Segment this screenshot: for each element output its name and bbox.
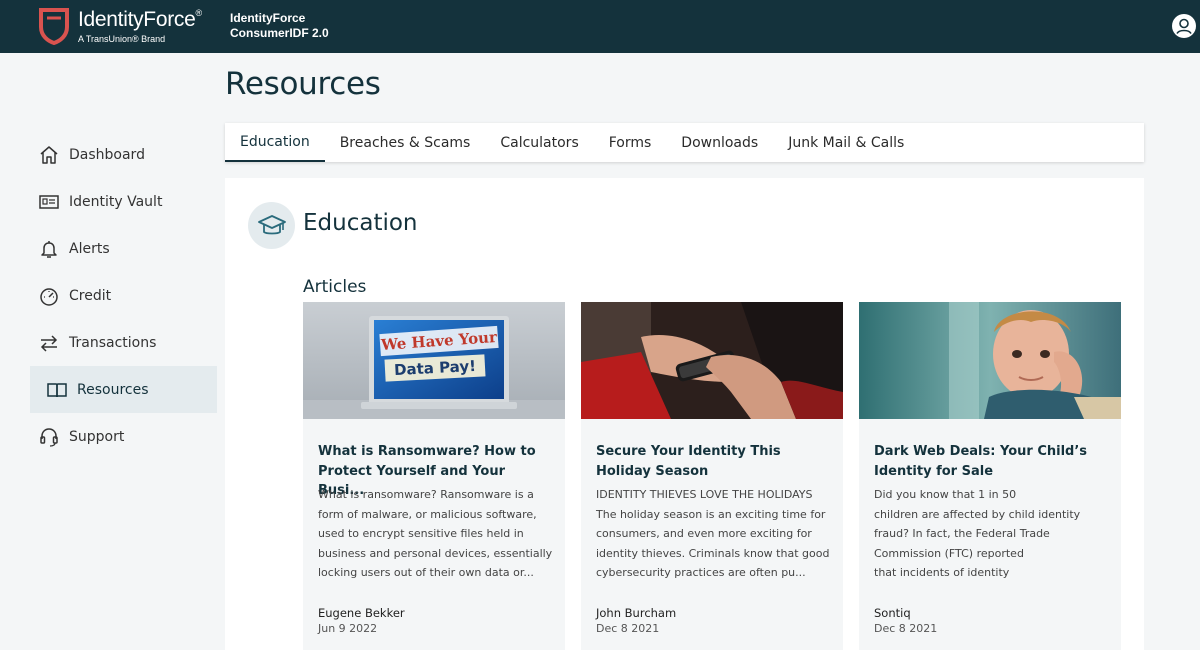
sidebar-item-label: Identity Vault xyxy=(69,193,163,210)
articles-heading: Articles xyxy=(303,277,367,297)
sidebar-item-label: Alerts xyxy=(69,240,110,257)
sidebar-item-label: Support xyxy=(69,428,125,445)
article-card[interactable]: We Have Your Data Pay! What is Ransomwar… xyxy=(303,302,565,650)
article-date: Dec 8 2021 xyxy=(596,622,660,635)
product-line-1: IdentityForce xyxy=(230,11,306,25)
resource-tabs: Education Breaches & Scams Calculators F… xyxy=(225,123,1144,162)
id-card-icon xyxy=(38,191,60,213)
tab-breaches-scams[interactable]: Breaches & Scams xyxy=(325,123,486,162)
sidebar-item-identity-vault[interactable]: Identity Vault xyxy=(30,178,217,225)
article-author: Eugene Bekker xyxy=(318,606,405,620)
shield-logo-icon xyxy=(39,8,69,45)
top-bar: IdentityForce® A TransUnion® Brand Ident… xyxy=(0,0,1200,53)
article-date: Jun 9 2022 xyxy=(318,622,378,635)
tab-junk-mail-calls[interactable]: Junk Mail & Calls xyxy=(773,123,919,162)
logo-tagline: A TransUnion® Brand xyxy=(78,34,166,44)
article-author: Sontiq xyxy=(874,606,911,620)
article-title[interactable]: Dark Web Deals: Your Child’s Identity fo… xyxy=(874,442,1109,481)
sidebar-item-support[interactable]: Support xyxy=(30,413,217,460)
user-avatar-icon[interactable] xyxy=(1172,14,1196,38)
arrows-icon xyxy=(38,332,60,354)
sidebar-item-credit[interactable]: Credit xyxy=(30,272,217,319)
article-excerpt: What is ransomware? Ransomware is a form… xyxy=(318,488,553,579)
section-title: Education xyxy=(303,210,418,236)
headset-icon xyxy=(38,426,60,448)
education-panel: Education Articles We Have Your Data Pay… xyxy=(225,178,1144,650)
gauge-icon xyxy=(38,285,60,307)
article-card[interactable]: Secure Your Identity This Holiday Season… xyxy=(581,302,843,650)
page-title: Resources xyxy=(225,66,381,102)
home-icon xyxy=(38,144,60,166)
product-line-2: ConsumerIDF 2.0 xyxy=(230,26,329,40)
sidebar-item-label: Dashboard xyxy=(69,146,145,163)
logo-brand: IdentityForce® xyxy=(78,8,202,31)
article-excerpt: Did you know that 1 in 50 children are a… xyxy=(874,488,1081,579)
article-image-ransomware[interactable]: We Have Your Data Pay! xyxy=(303,302,565,419)
tab-forms[interactable]: Forms xyxy=(594,123,667,162)
book-icon xyxy=(46,379,68,401)
article-card[interactable]: Dark Web Deals: Your Child’s Identity fo… xyxy=(859,302,1121,650)
tab-calculators[interactable]: Calculators xyxy=(485,123,593,162)
article-title[interactable]: Secure Your Identity This Holiday Season xyxy=(596,442,831,481)
article-excerpt: IDENTITY THIEVES LOVE THE HOLIDAYS The h… xyxy=(596,488,830,579)
sidebar-item-resources[interactable]: Resources xyxy=(30,366,217,413)
tab-downloads[interactable]: Downloads xyxy=(666,123,773,162)
sidebar-item-label: Credit xyxy=(69,287,112,304)
article-date: Dec 8 2021 xyxy=(874,622,938,635)
article-image-child[interactable] xyxy=(859,302,1121,419)
tab-education[interactable]: Education xyxy=(225,123,325,162)
graduation-cap-icon xyxy=(248,202,295,249)
sidebar-item-transactions[interactable]: Transactions xyxy=(30,319,217,366)
article-author: John Burcham xyxy=(596,606,677,620)
sidebar-item-dashboard[interactable]: Dashboard xyxy=(30,131,217,178)
product-name: IdentityForce ConsumerIDF 2.0 xyxy=(230,11,329,41)
sidebar-item-label: Resources xyxy=(77,381,149,398)
article-image-holiday-shopping[interactable] xyxy=(581,302,843,419)
bell-icon xyxy=(38,238,60,260)
sidebar-nav: Dashboard Identity Vault Alerts Credit T… xyxy=(30,131,217,460)
sidebar-item-label: Transactions xyxy=(69,334,157,351)
sidebar-item-alerts[interactable]: Alerts xyxy=(30,225,217,272)
identityforce-logo[interactable]: IdentityForce® A TransUnion® Brand xyxy=(38,7,202,47)
